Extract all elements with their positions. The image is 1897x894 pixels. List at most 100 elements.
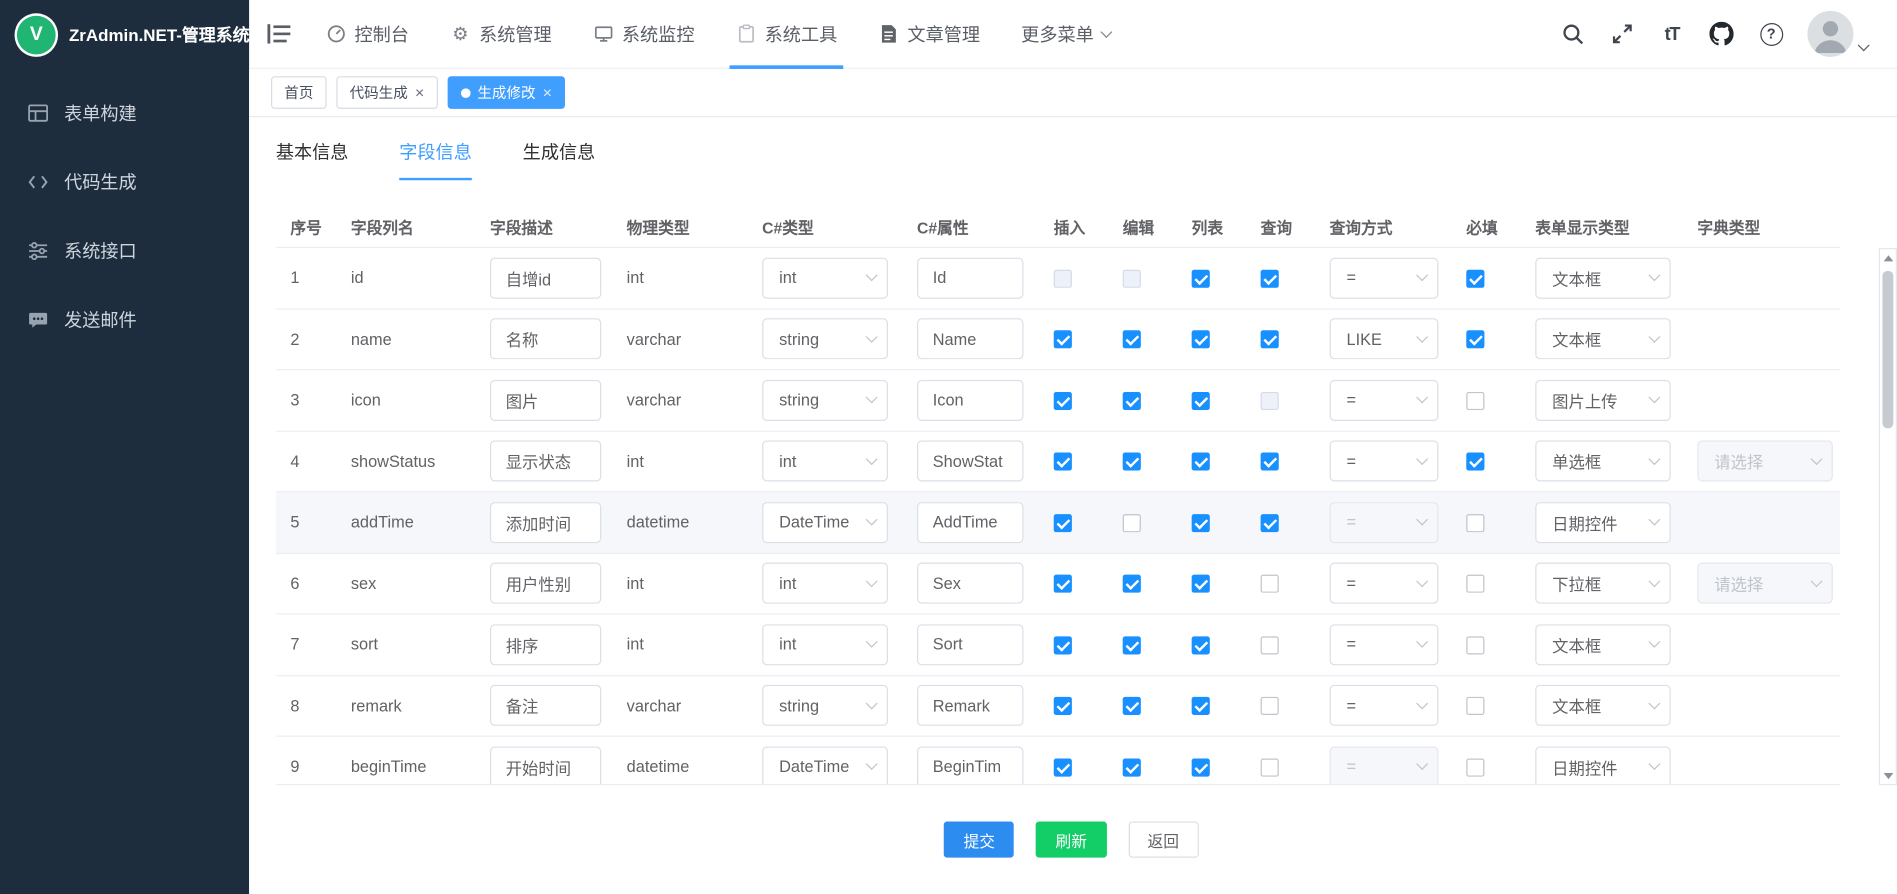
query-checkbox[interactable] <box>1261 453 1279 471</box>
cs-prop-input[interactable] <box>917 441 1023 482</box>
required-checkbox[interactable] <box>1466 636 1484 654</box>
nav-item-system-monitor[interactable]: 系统监控 <box>572 0 715 68</box>
query-checkbox[interactable] <box>1261 514 1279 532</box>
help-icon[interactable]: ? <box>1758 21 1785 48</box>
nav-item-system-tools[interactable]: 系统工具 <box>715 0 858 68</box>
edit-checkbox[interactable] <box>1123 636 1141 654</box>
query-mode-select[interactable]: = <box>1330 441 1439 482</box>
insert-checkbox[interactable] <box>1054 758 1072 776</box>
query-checkbox[interactable] <box>1261 697 1279 715</box>
insert-checkbox[interactable] <box>1054 331 1072 349</box>
scroll-down-icon[interactable] <box>1880 767 1896 784</box>
query-checkbox[interactable] <box>1261 392 1279 410</box>
display-type-select[interactable]: 单选框 <box>1535 441 1670 482</box>
required-checkbox[interactable] <box>1466 575 1484 593</box>
sidebar-item-code-gen[interactable]: 代码生成 <box>0 148 249 217</box>
required-checkbox[interactable] <box>1466 331 1484 349</box>
cs-prop-input[interactable] <box>917 502 1023 543</box>
tab-basic-info[interactable]: 基本信息 <box>276 139 349 180</box>
avatar[interactable] <box>1807 11 1853 57</box>
dict-type-select[interactable]: 请选择 <box>1697 441 1832 482</box>
required-checkbox[interactable] <box>1466 758 1484 776</box>
query-checkbox[interactable] <box>1261 331 1279 349</box>
nav-item-article-admin[interactable]: 文章管理 <box>858 0 1001 68</box>
insert-checkbox[interactable] <box>1054 636 1072 654</box>
insert-checkbox[interactable] <box>1054 514 1072 532</box>
cs-prop-input[interactable] <box>917 318 1023 359</box>
list-checkbox[interactable] <box>1192 331 1210 349</box>
query-mode-select[interactable]: = <box>1330 380 1439 421</box>
back-button[interactable]: 返回 <box>1128 821 1198 857</box>
query-mode-select[interactable]: = <box>1330 257 1439 298</box>
display-type-select[interactable]: 下拉框 <box>1535 563 1670 604</box>
display-type-select[interactable]: 文本框 <box>1535 624 1670 665</box>
cs-type-select[interactable]: string <box>762 380 888 421</box>
cs-type-select[interactable]: int <box>762 563 888 604</box>
field-desc-input[interactable] <box>490 257 601 298</box>
close-icon[interactable]: × <box>543 85 552 101</box>
cs-prop-input[interactable] <box>917 624 1023 665</box>
cs-type-select[interactable]: int <box>762 624 888 665</box>
query-mode-select[interactable]: = <box>1330 502 1439 543</box>
submit-button[interactable]: 提交 <box>944 821 1014 857</box>
list-checkbox[interactable] <box>1192 575 1210 593</box>
list-checkbox[interactable] <box>1192 758 1210 776</box>
table-scrollbar[interactable] <box>1879 248 1897 785</box>
refresh-button[interactable]: 刷新 <box>1036 821 1106 857</box>
tag-code-gen[interactable]: 代码生成 × <box>336 76 437 109</box>
query-mode-select[interactable]: = <box>1330 624 1439 665</box>
insert-checkbox[interactable] <box>1054 697 1072 715</box>
display-type-select[interactable]: 日期控件 <box>1535 746 1670 785</box>
edit-checkbox[interactable] <box>1123 514 1141 532</box>
nav-item-more-menu[interactable]: 更多菜单 <box>1001 0 1132 68</box>
sidebar-item-send-mail[interactable]: 发送邮件 <box>0 286 249 355</box>
github-icon[interactable] <box>1708 21 1735 48</box>
cs-type-select[interactable]: int <box>762 441 888 482</box>
insert-checkbox[interactable] <box>1054 575 1072 593</box>
edit-checkbox[interactable] <box>1123 269 1141 287</box>
dict-type-select[interactable]: 请选择 <box>1697 563 1832 604</box>
query-mode-select[interactable]: = <box>1330 746 1439 785</box>
edit-checkbox[interactable] <box>1123 392 1141 410</box>
list-checkbox[interactable] <box>1192 392 1210 410</box>
edit-checkbox[interactable] <box>1123 575 1141 593</box>
required-checkbox[interactable] <box>1466 514 1484 532</box>
query-mode-select[interactable]: = <box>1330 685 1439 726</box>
field-desc-input[interactable] <box>490 563 601 604</box>
scroll-up-icon[interactable] <box>1880 249 1896 266</box>
field-desc-input[interactable] <box>490 685 601 726</box>
cs-prop-input[interactable] <box>917 257 1023 298</box>
cs-type-select[interactable]: int <box>762 257 888 298</box>
edit-checkbox[interactable] <box>1123 758 1141 776</box>
query-checkbox[interactable] <box>1261 636 1279 654</box>
query-checkbox[interactable] <box>1261 269 1279 287</box>
cs-prop-input[interactable] <box>917 746 1023 785</box>
required-checkbox[interactable] <box>1466 269 1484 287</box>
cs-prop-input[interactable] <box>917 685 1023 726</box>
insert-checkbox[interactable] <box>1054 392 1072 410</box>
required-checkbox[interactable] <box>1466 453 1484 471</box>
sidebar-item-form-build[interactable]: 表单构建 <box>0 79 249 148</box>
required-checkbox[interactable] <box>1466 697 1484 715</box>
display-type-select[interactable]: 文本框 <box>1535 257 1670 298</box>
field-desc-input[interactable] <box>490 318 601 359</box>
cs-type-select[interactable]: string <box>762 318 888 359</box>
font-size-icon[interactable]: tT <box>1659 21 1686 48</box>
cs-prop-input[interactable] <box>917 380 1023 421</box>
list-checkbox[interactable] <box>1192 697 1210 715</box>
tab-gen-info[interactable]: 生成信息 <box>523 139 596 180</box>
field-desc-input[interactable] <box>490 441 601 482</box>
edit-checkbox[interactable] <box>1123 697 1141 715</box>
tag-gen-edit[interactable]: 生成修改 × <box>447 76 565 109</box>
cs-type-select[interactable]: DateTime <box>762 746 888 785</box>
required-checkbox[interactable] <box>1466 392 1484 410</box>
list-checkbox[interactable] <box>1192 453 1210 471</box>
list-checkbox[interactable] <box>1192 269 1210 287</box>
query-checkbox[interactable] <box>1261 575 1279 593</box>
collapse-sidebar-icon[interactable] <box>266 22 293 46</box>
insert-checkbox[interactable] <box>1054 269 1072 287</box>
query-mode-select[interactable]: = <box>1330 563 1439 604</box>
list-checkbox[interactable] <box>1192 636 1210 654</box>
cs-prop-input[interactable] <box>917 563 1023 604</box>
cs-type-select[interactable]: DateTime <box>762 502 888 543</box>
